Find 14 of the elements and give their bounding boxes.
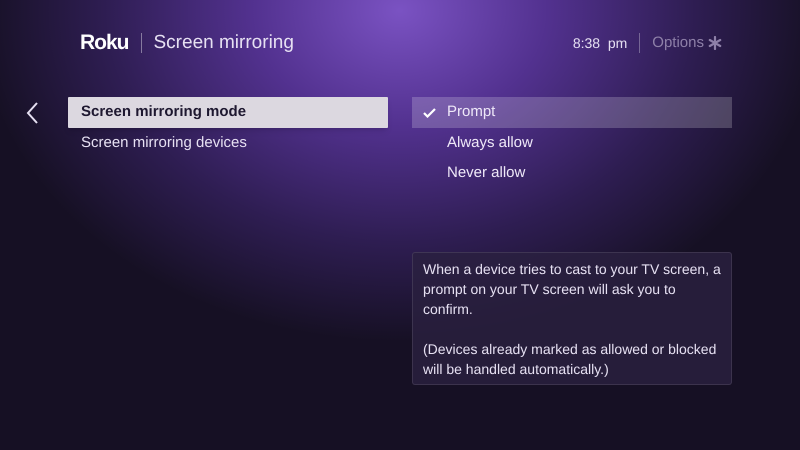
checkmark-icon	[423, 108, 436, 118]
description-text: (Devices already marked as allowed or blocked will be handled automatically.)	[423, 340, 718, 379]
menu-item[interactable]: Screen mirroring devices	[68, 128, 388, 158]
asterisk-icon	[708, 36, 722, 50]
description-text: When a device tries to cast to your TV screen, a prompt on your TV screen will ask you to confirm.	[423, 260, 721, 319]
option-item[interactable]: Prompt	[412, 97, 732, 128]
clock-time: 8:38 pm	[572, 34, 628, 53]
back-chevron-icon[interactable]	[25, 101, 39, 125]
menu-item[interactable]: Screen mirroring mode	[68, 97, 388, 128]
options-hint: Options	[652, 32, 704, 53]
roku-logo: Roku	[80, 30, 128, 56]
option-item[interactable]: Never allow	[412, 158, 732, 188]
page-title: Screen mirroring	[154, 30, 294, 55]
option-item[interactable]: Always allow	[412, 128, 732, 158]
